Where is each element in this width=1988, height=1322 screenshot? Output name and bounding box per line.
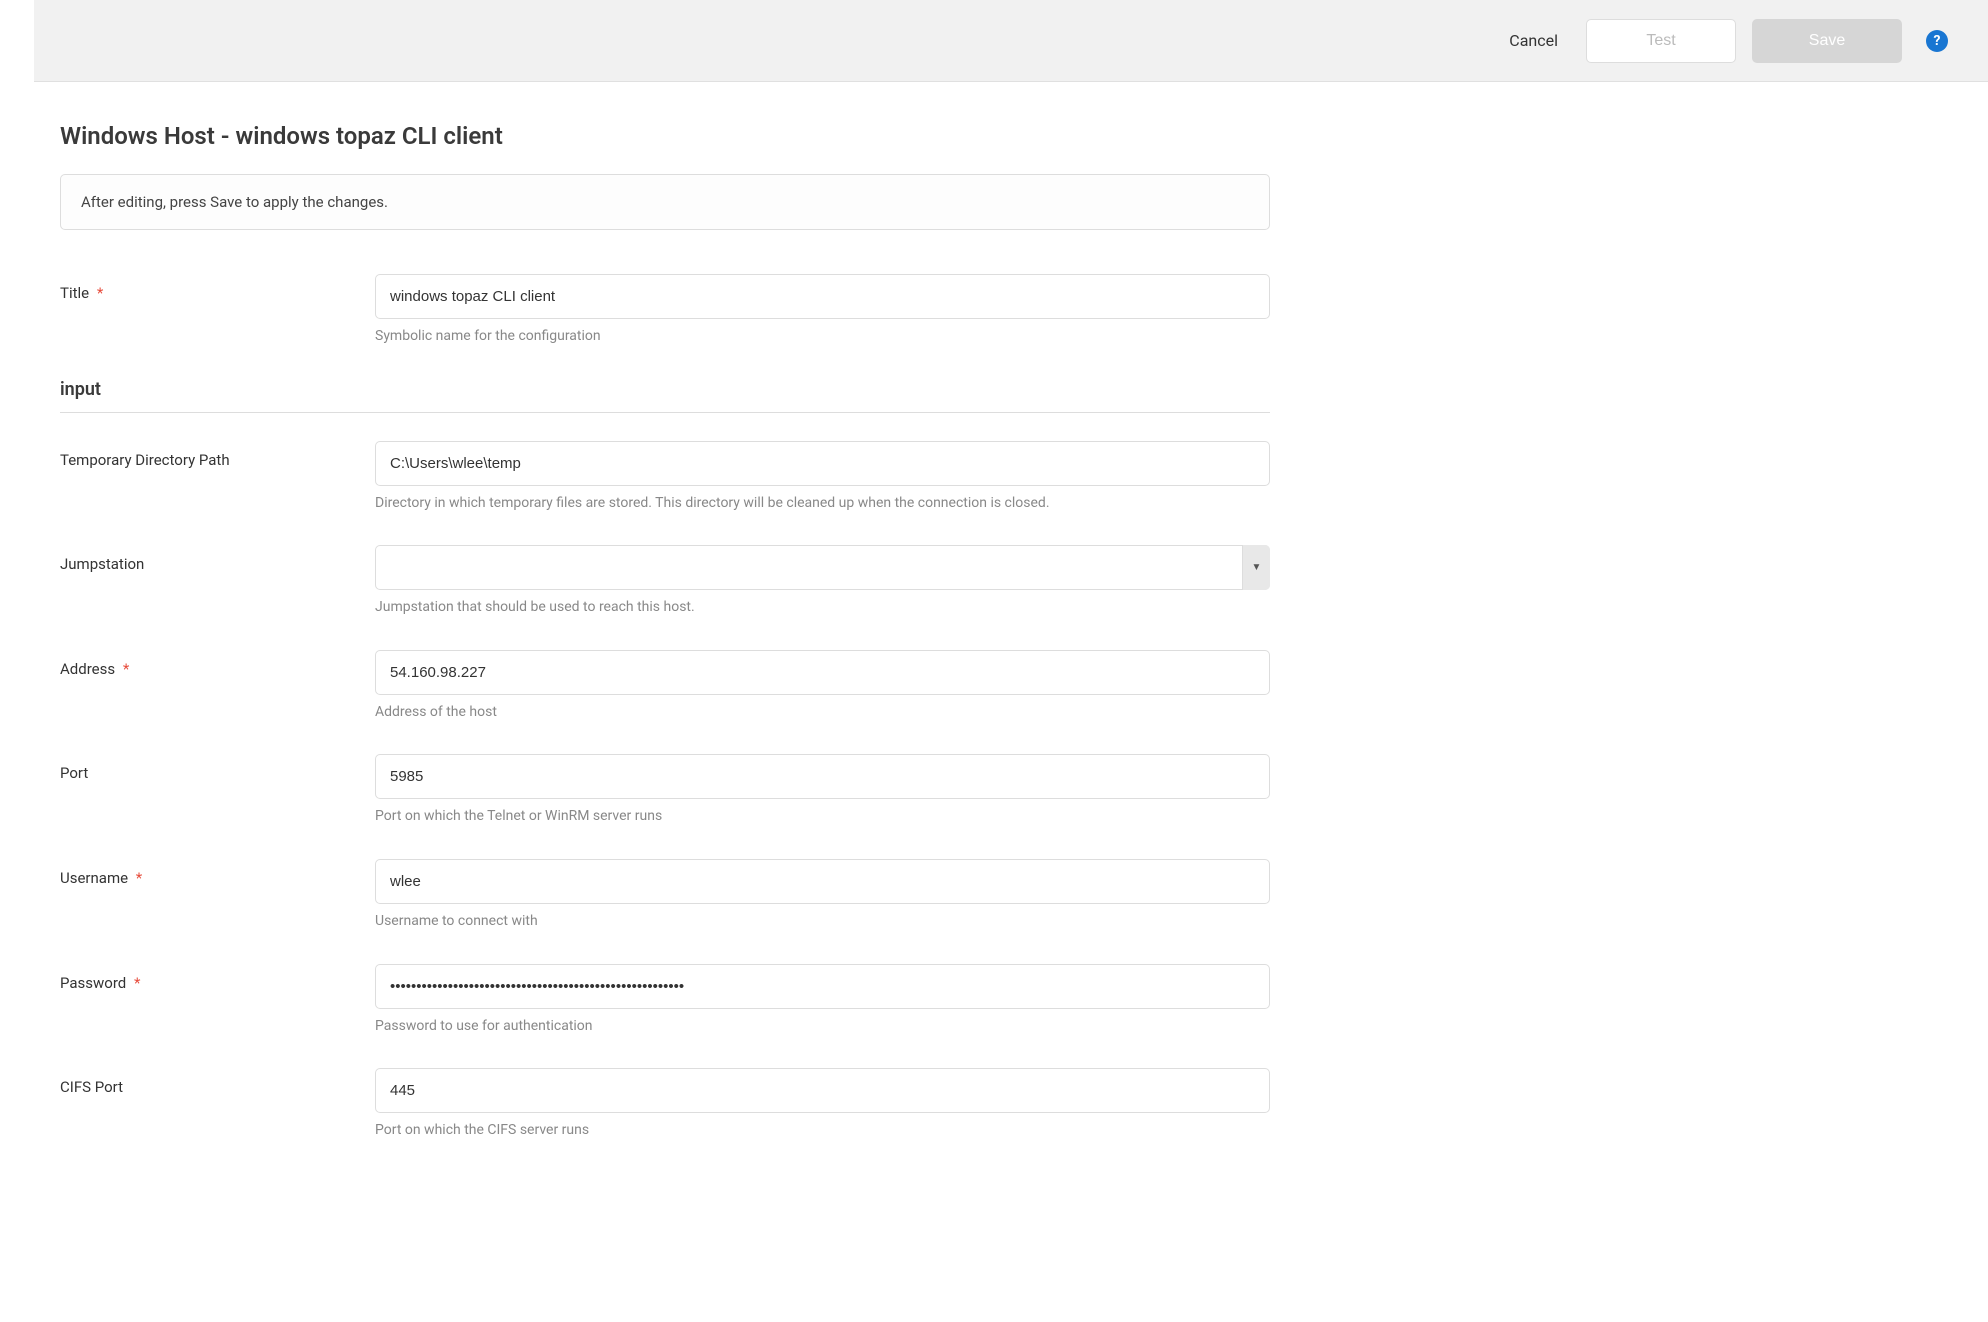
- section-header-input: input: [60, 379, 1270, 413]
- test-button[interactable]: Test: [1586, 19, 1736, 63]
- label-text: Address: [60, 660, 115, 678]
- address-hint: Address of the host: [375, 703, 1270, 723]
- required-marker: *: [134, 974, 140, 992]
- username-hint: Username to connect with: [375, 912, 1270, 932]
- jumpstation-select[interactable]: [375, 545, 1270, 590]
- label-text: Username: [60, 869, 128, 887]
- address-label: Address *: [60, 650, 375, 678]
- title-input[interactable]: [375, 274, 1270, 319]
- cifs-port-input[interactable]: [375, 1068, 1270, 1113]
- required-marker: *: [123, 660, 129, 678]
- info-banner: After editing, press Save to apply the c…: [60, 174, 1270, 230]
- field-row-cifs-port: CIFS Port Port on which the CIFS server …: [60, 1068, 1270, 1141]
- cancel-button[interactable]: Cancel: [1497, 31, 1570, 50]
- jumpstation-hint: Jumpstation that should be used to reach…: [375, 598, 1270, 618]
- title-label: Title *: [60, 274, 375, 302]
- label-text: CIFS Port: [60, 1078, 123, 1096]
- port-input[interactable]: [375, 754, 1270, 799]
- required-marker: *: [97, 284, 103, 302]
- jumpstation-label: Jumpstation: [60, 545, 375, 573]
- label-text: Title: [60, 284, 89, 302]
- password-hint: Password to use for authentication: [375, 1017, 1270, 1037]
- field-row-password: Password * Password to use for authentic…: [60, 964, 1270, 1037]
- help-icon[interactable]: ?: [1926, 30, 1948, 52]
- username-input[interactable]: [375, 859, 1270, 904]
- port-label: Port: [60, 754, 375, 782]
- password-label: Password *: [60, 964, 375, 992]
- temp-dir-input[interactable]: [375, 441, 1270, 486]
- cifs-port-label: CIFS Port: [60, 1068, 375, 1096]
- label-text: Temporary Directory Path: [60, 451, 230, 469]
- port-hint: Port on which the Telnet or WinRM server…: [375, 807, 1270, 827]
- temp-dir-label: Temporary Directory Path: [60, 441, 375, 469]
- required-marker: *: [136, 869, 142, 887]
- title-hint: Symbolic name for the configuration: [375, 327, 1270, 347]
- label-text: Port: [60, 764, 88, 782]
- password-input[interactable]: [375, 964, 1270, 1009]
- cifs-port-hint: Port on which the CIFS server runs: [375, 1121, 1270, 1141]
- header-bar: Cancel Test Save ?: [34, 0, 1988, 82]
- field-row-jumpstation: Jumpstation ▼ Jumpstation that should be…: [60, 545, 1270, 618]
- field-row-port: Port Port on which the Telnet or WinRM s…: [60, 754, 1270, 827]
- label-text: Jumpstation: [60, 555, 144, 573]
- field-row-username: Username * Username to connect with: [60, 859, 1270, 932]
- content-area: Windows Host - windows topaz CLI client …: [0, 82, 1400, 1213]
- field-row-title: Title * Symbolic name for the configurat…: [60, 274, 1270, 347]
- username-label: Username *: [60, 859, 375, 887]
- save-button[interactable]: Save: [1752, 19, 1902, 63]
- field-row-address: Address * Address of the host: [60, 650, 1270, 723]
- page-title: Windows Host - windows topaz CLI client: [60, 122, 1340, 150]
- label-text: Password: [60, 974, 126, 992]
- field-row-temp-dir: Temporary Directory Path Directory in wh…: [60, 441, 1270, 514]
- temp-dir-hint: Directory in which temporary files are s…: [375, 494, 1270, 514]
- address-input[interactable]: [375, 650, 1270, 695]
